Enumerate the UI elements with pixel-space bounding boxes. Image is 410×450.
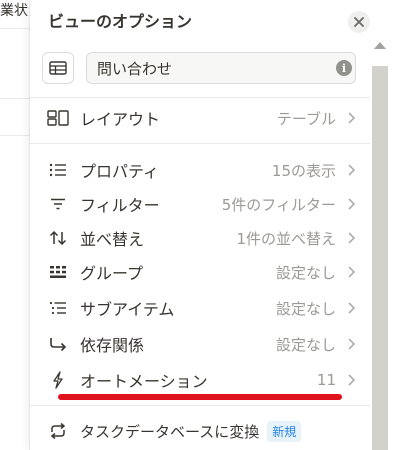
layout-row[interactable]: レイアウト テーブル <box>36 101 364 135</box>
divider <box>30 143 370 144</box>
row-label: サブアイテム <box>80 300 175 319</box>
background-column-header: 業状 <box>0 3 28 19</box>
info-icon[interactable]: i <box>336 60 352 76</box>
row-value: 設定なし <box>275 299 336 318</box>
row-label: 依存関係 <box>80 336 145 355</box>
chevron-right-icon <box>342 198 360 210</box>
chevron-right-icon <box>342 232 360 244</box>
list-icon <box>44 160 72 180</box>
dependency-row[interactable]: 依存関係 設定なし <box>36 327 364 361</box>
chevron-right-icon <box>342 338 360 350</box>
chevron-right-icon <box>342 374 360 386</box>
divider <box>30 97 370 98</box>
row-value: 設定なし <box>275 335 336 354</box>
convert-to-task-db-row[interactable]: タスクデータベースに変換 新規 <box>36 414 364 448</box>
scrollbar[interactable] <box>370 0 410 450</box>
row-value: 1件の並べ替え <box>236 229 336 248</box>
subitem-row[interactable]: サブアイテム 設定なし <box>36 291 364 325</box>
view-options-panel: ビューのオプション i レイアウト テーブル <box>30 0 370 450</box>
background-page: 業状 <box>0 0 30 450</box>
chevron-right-icon <box>342 302 360 314</box>
close-icon <box>354 17 364 27</box>
new-badge: 新規 <box>267 420 302 442</box>
highlight-underline <box>58 394 342 400</box>
properties-row[interactable]: プロパティ 15の表示 <box>36 153 364 187</box>
chevron-right-icon <box>342 112 360 124</box>
background-divider <box>0 28 30 29</box>
layout-icon <box>44 108 72 128</box>
row-value: 15の表示 <box>271 161 336 180</box>
group-row[interactable]: グループ 設定なし <box>36 255 364 289</box>
row-label: フィルター <box>80 196 160 215</box>
row-label: オートメーション <box>80 372 208 391</box>
scroll-up-arrow-icon[interactable] <box>374 42 386 49</box>
table-icon <box>49 61 67 75</box>
filter-icon <box>44 194 72 214</box>
sort-icon <box>44 228 72 248</box>
chevron-right-icon <box>342 164 360 176</box>
group-icon <box>44 262 72 282</box>
background-divider <box>0 135 30 136</box>
panel-title: ビューのオプション <box>48 12 193 31</box>
dependency-icon <box>44 334 72 354</box>
lightning-icon <box>44 370 72 390</box>
row-label: 並べ替え <box>80 230 145 249</box>
row-value: 5件のフィルター <box>221 195 336 214</box>
row-value: 設定なし <box>275 263 336 282</box>
automation-row[interactable]: オートメーション 11 <box>36 363 364 397</box>
row-label: グループ <box>80 264 144 283</box>
background-divider <box>0 98 30 99</box>
convert-label: タスクデータベースに変換 <box>80 422 260 441</box>
view-name-input[interactable] <box>86 52 356 84</box>
layout-value: テーブル <box>276 109 336 128</box>
row-label: プロパティ <box>80 162 160 181</box>
sort-row[interactable]: 並べ替え 1件の並べ替え <box>36 221 364 255</box>
subitem-icon <box>44 298 72 318</box>
view-icon-button[interactable] <box>42 52 74 84</box>
close-button[interactable] <box>348 11 370 33</box>
row-value: 11 <box>316 371 336 389</box>
scrollbar-thumb[interactable] <box>372 66 388 450</box>
filter-row[interactable]: フィルター 5件のフィルター <box>36 187 364 221</box>
divider <box>30 405 370 406</box>
convert-icon <box>44 421 72 441</box>
layout-label: レイアウト <box>80 110 161 129</box>
chevron-right-icon <box>342 266 360 278</box>
